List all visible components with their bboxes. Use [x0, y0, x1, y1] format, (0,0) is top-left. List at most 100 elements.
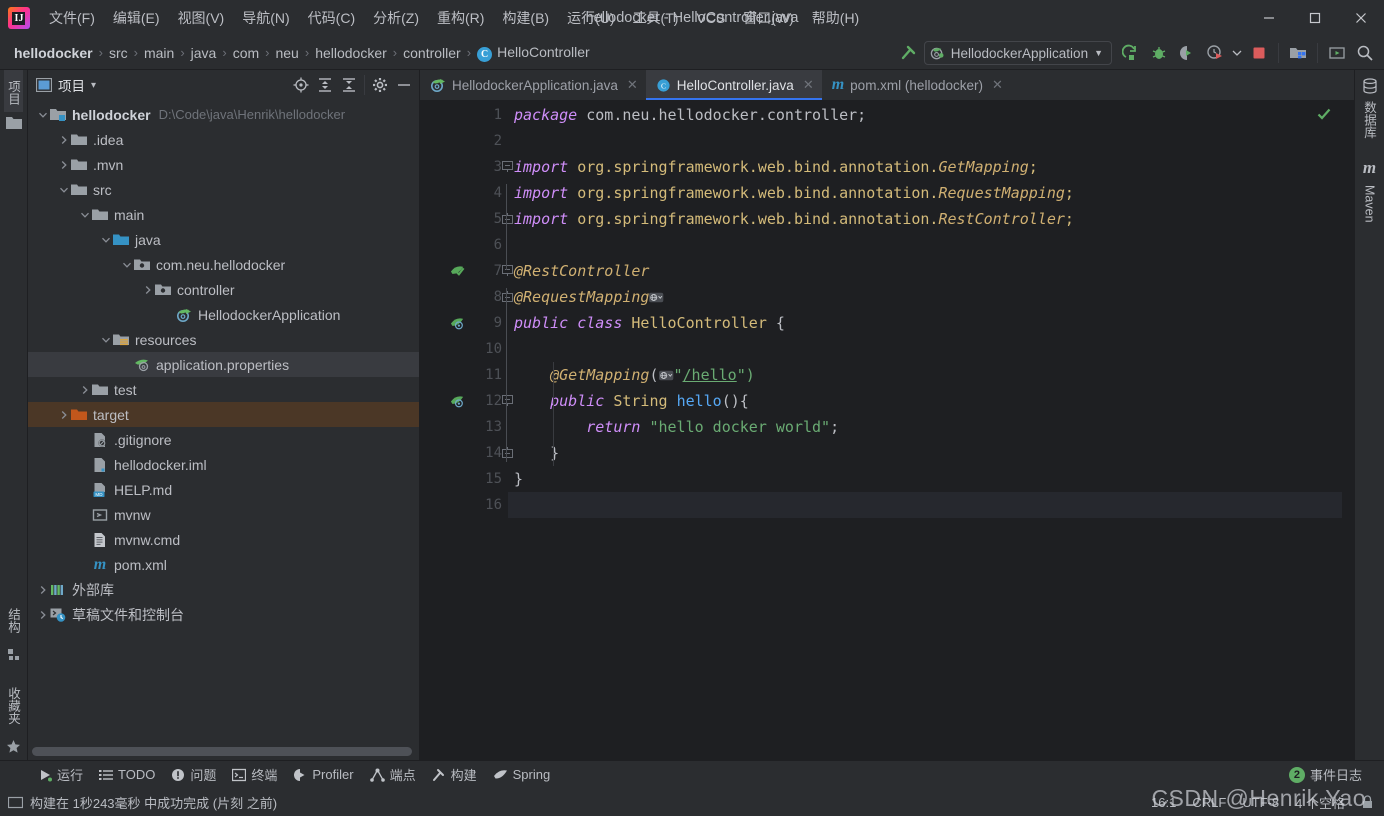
caret-position[interactable]: 16:1 — [1151, 795, 1176, 810]
chevron-right-icon[interactable] — [57, 158, 71, 172]
menu-refactor[interactable]: 重构(R) — [428, 4, 493, 32]
build-hammer-icon[interactable] — [896, 40, 922, 66]
tree-node[interactable]: resources — [28, 327, 419, 352]
breadcrumb-item-hellodocker[interactable]: hellodocker — [311, 43, 391, 63]
chevron-down-icon[interactable] — [99, 233, 113, 247]
code-line[interactable]: import org.springframework.web.bind.anno… — [508, 180, 1342, 206]
debug-button[interactable] — [1146, 40, 1172, 66]
code-line[interactable] — [508, 492, 1342, 518]
sidebar-item-structure[interactable]: 结构 — [4, 601, 23, 640]
tree-node[interactable]: .gitignore — [28, 427, 419, 452]
tree-node[interactable]: hellodocker D:\Code\java\Henrik\hellodock… — [28, 102, 419, 127]
close-icon[interactable]: ✕ — [803, 77, 814, 93]
code-area[interactable]: package com.neu.hellodocker.controller; i… — [508, 100, 1342, 760]
menu-view[interactable]: 视图(V) — [169, 4, 234, 32]
tree-node[interactable]: controller — [28, 277, 419, 302]
code-line[interactable]: public String hello(){ — [508, 388, 1342, 414]
profile-dropdown-icon[interactable] — [1230, 40, 1244, 66]
breadcrumb-item-src[interactable]: src — [105, 43, 132, 63]
file-encoding[interactable]: UTF-8 — [1242, 795, 1279, 810]
project-tree[interactable]: hellodocker D:\Code\java\Henrik\hellodock… — [28, 100, 419, 742]
breadcrumb-item-com[interactable]: com — [229, 43, 263, 63]
chevron-right-icon[interactable] — [78, 383, 92, 397]
tree-node[interactable]: mvnw — [28, 502, 419, 527]
menu-edit[interactable]: 编辑(E) — [104, 4, 169, 32]
tool-window-problems[interactable]: 问题 — [163, 762, 224, 787]
editor-tab[interactable]: m pom.xml (hellodocker) ✕ — [822, 70, 1011, 100]
chevron-right-icon[interactable] — [57, 408, 71, 422]
stop-button[interactable] — [1246, 40, 1272, 66]
chevron-down-icon[interactable] — [99, 333, 113, 347]
tool-window-build[interactable]: 构建 — [424, 762, 485, 787]
collapse-all-icon[interactable] — [338, 74, 360, 96]
code-line[interactable]: import org.springframework.web.bind.anno… — [508, 154, 1342, 180]
code-line[interactable] — [508, 336, 1342, 362]
tool-window-todo[interactable]: TODO — [91, 764, 163, 785]
run-configuration-selector[interactable]: HellodockerApplication ▼ — [923, 41, 1112, 65]
web-reference-icon[interactable] — [649, 288, 664, 306]
sidebar-item-project[interactable]: 项目 — [4, 70, 23, 112]
menu-run[interactable]: 运行(U) — [558, 4, 623, 32]
tool-window-endpoints[interactable]: 端点 — [362, 762, 424, 787]
chevron-down-icon[interactable] — [78, 208, 92, 222]
menu-tools[interactable]: 工具(T) — [624, 4, 688, 32]
menu-file[interactable]: 文件(F) — [40, 4, 104, 32]
code-line[interactable]: public class HelloController { — [508, 310, 1342, 336]
code-line[interactable]: @RestController — [508, 258, 1342, 284]
web-reference-icon[interactable] — [658, 366, 674, 384]
spring-class-run-icon[interactable] — [450, 316, 465, 331]
tree-node[interactable]: java — [28, 227, 419, 252]
chevron-down-icon[interactable] — [36, 108, 50, 122]
editor-tab[interactable]: C HelloController.java ✕ — [645, 70, 822, 100]
tree-node[interactable]: .idea — [28, 127, 419, 152]
tree-node[interactable]: test — [28, 377, 419, 402]
code-line[interactable]: package com.neu.hellodocker.controller; — [508, 102, 1342, 128]
tree-node[interactable]: hellodocker.iml — [28, 452, 419, 477]
close-icon[interactable]: ✕ — [627, 77, 638, 93]
editor-tab-bar[interactable]: HellodockerApplication.java ✕ C HelloContro… — [420, 70, 1354, 100]
breadcrumb-item-main[interactable]: main — [140, 43, 178, 63]
tree-node[interactable]: MD HELP.md — [28, 477, 419, 502]
run-button[interactable] — [1118, 40, 1144, 66]
tree-node[interactable]: .mvn — [28, 152, 419, 177]
close-button[interactable] — [1338, 0, 1384, 36]
menu-build[interactable]: 构建(B) — [493, 4, 558, 32]
tree-node[interactable]: application.properties — [28, 352, 419, 377]
code-line[interactable]: return "hello docker world"; — [508, 414, 1342, 440]
sidebar-item-favorites[interactable]: 收藏夹 — [4, 680, 23, 732]
tool-window-spring[interactable]: Spring — [485, 764, 559, 785]
editor-gutter[interactable]: 1 2 3 4 5 6 7 8 9 10 11 12 13 14 15 16 — [420, 100, 513, 760]
tree-node[interactable]: target — [28, 402, 419, 427]
hide-panel-icon[interactable] — [393, 74, 415, 96]
code-line[interactable] — [508, 128, 1342, 154]
spring-bean-icon[interactable] — [450, 264, 465, 279]
chevron-right-icon[interactable] — [36, 583, 50, 597]
chevron-right-icon[interactable] — [57, 133, 71, 147]
indent-setting[interactable]: 4 个空格 — [1295, 793, 1345, 812]
menu-bar[interactable]: 文件(F) 编辑(E) 视图(V) 导航(N) 代码(C) 分析(Z) 重构(R) 构建(B)… — [40, 0, 868, 36]
lock-icon[interactable] — [1361, 795, 1374, 809]
updates-button[interactable] — [1324, 40, 1350, 66]
tree-node[interactable]: 外部库 — [28, 577, 419, 602]
breadcrumb-item-controller[interactable]: controller — [399, 43, 465, 63]
breadcrumb-item-java[interactable]: java — [187, 43, 221, 63]
breadcrumb-item-hellodocker[interactable]: hellodocker — [10, 43, 97, 63]
project-tree-horizontal-scrollbar[interactable] — [28, 742, 419, 760]
tree-node[interactable]: src — [28, 177, 419, 202]
menu-vcs[interactable]: VCS — [687, 6, 734, 30]
menu-navigate[interactable]: 导航(N) — [233, 4, 298, 32]
editor-tab[interactable]: HellodockerApplication.java ✕ — [420, 70, 646, 100]
run-with-coverage-button[interactable] — [1174, 40, 1200, 66]
line-separator[interactable]: CRLF — [1192, 795, 1226, 810]
sidebar-item-database[interactable]: 数据库 — [1360, 94, 1379, 146]
tool-window-profiler[interactable]: Profiler — [285, 764, 361, 785]
chevron-right-icon[interactable] — [141, 283, 155, 297]
code-line[interactable] — [508, 232, 1342, 258]
gear-icon[interactable] — [369, 74, 391, 96]
breadcrumb-item-neu[interactable]: neu — [271, 43, 302, 63]
sidebar-item-maven[interactable]: Maven — [1363, 178, 1377, 230]
tree-node[interactable]: m pom.xml — [28, 552, 419, 577]
chevron-down-icon[interactable] — [120, 258, 134, 272]
menu-help[interactable]: 帮助(H) — [803, 4, 868, 32]
spring-endpoint-icon[interactable] — [450, 394, 465, 409]
